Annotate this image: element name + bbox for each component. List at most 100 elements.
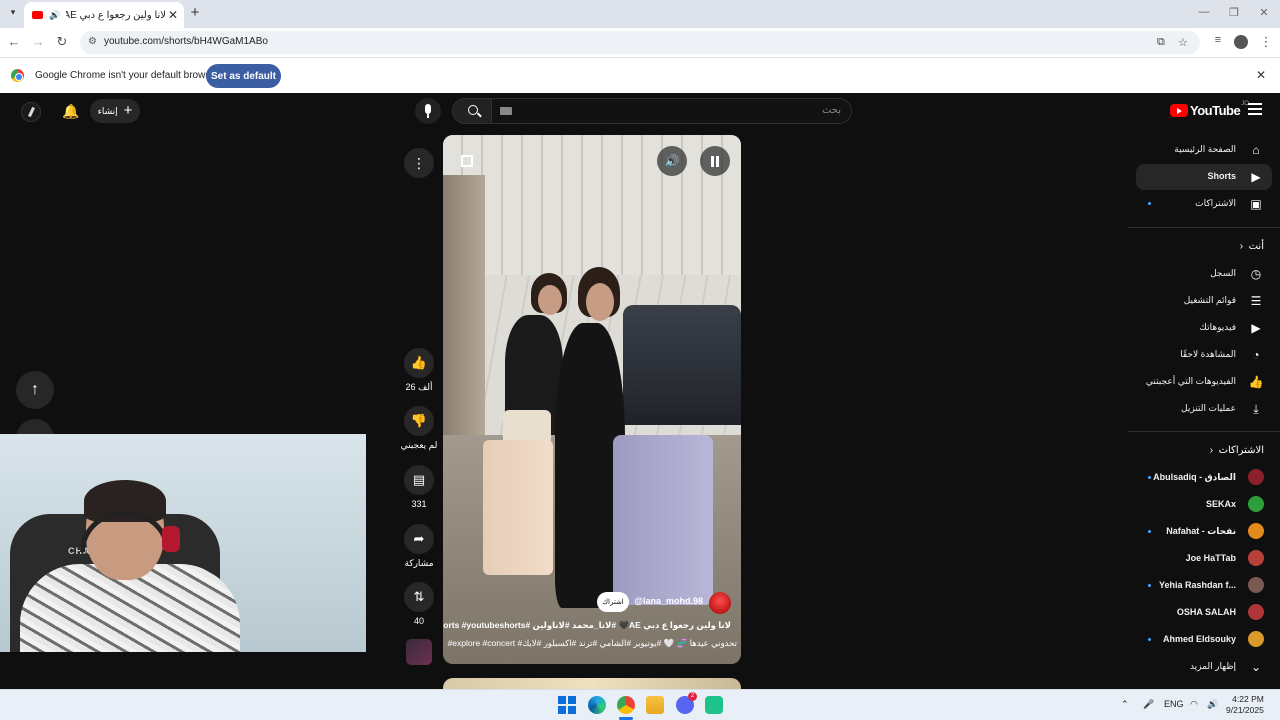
site-info-icon[interactable]: ⚙ (88, 36, 97, 47)
sidebar-item-label: عمليات التنزيل (1181, 403, 1236, 413)
comment-icon[interactable]: ▤ (404, 465, 434, 495)
bookmark-star-icon[interactable]: ☆ (1178, 36, 1188, 49)
shorts-video-player[interactable]: 🔊 @lana_mohd.98 اشتراك لانا ولين رجعوا ع… (443, 135, 741, 664)
wifi-icon[interactable]: ◠ (1190, 699, 1198, 710)
sidebar-item-label: الفيديوهات التي أعجبتني (1145, 376, 1236, 386)
sidebar-item-label: الاشتراكات (1195, 198, 1236, 208)
pause-icon[interactable] (700, 146, 730, 176)
sidebar-item-history[interactable]: السجل ◷ (1136, 261, 1272, 287)
search-placeholder: بحث (821, 105, 841, 116)
sidebar-item-your-videos[interactable]: فيديوهاتك ▶ (1136, 315, 1272, 341)
like-action[interactable]: 👍 26 ألف (404, 348, 434, 393)
previous-short-button[interactable]: ↑ (16, 371, 54, 409)
system-clock[interactable]: 4:22 PM 9/21/2025 (1226, 694, 1264, 716)
back-button[interactable]: ← (6, 34, 22, 49)
search-button[interactable] (452, 98, 492, 124)
logo-wordmark: YouTube (1190, 103, 1241, 118)
next-short-preview[interactable] (443, 678, 741, 689)
search-input[interactable]: بحث (490, 98, 852, 124)
sidebar-sub-osha-salah[interactable]: OSHA SALAH (1136, 600, 1272, 626)
url-text[interactable]: youtube.com/shorts/bH4WGaM1ABo (104, 36, 268, 47)
show-hidden-icons-icon[interactable]: ⌃ (1121, 699, 1129, 710)
sidebar-sub-abulsadiq[interactable]: Abulsadiq - الصادق (1136, 465, 1272, 491)
restore-button[interactable]: ❐ (1226, 6, 1242, 19)
minimize-button[interactable]: — (1196, 6, 1212, 18)
thumbs-down-icon[interactable]: 👎 (404, 406, 434, 436)
sidebar-item-shorts[interactable]: Shorts ▶ (1136, 164, 1272, 190)
close-tab-icon[interactable]: ✕ (166, 8, 180, 22)
comments-action[interactable]: ▤ 331 (404, 465, 434, 509)
set-as-default-button[interactable]: Set as default (206, 64, 281, 88)
browser-tab-strip: ▾ 🔊 لانا ولين رجعوا ع دبي AE🖤 #... ✕ + —… (0, 0, 1280, 28)
your-videos-icon: ▶ (1251, 321, 1261, 335)
share-icon[interactable]: ➦ (404, 524, 434, 554)
sidebar-sub-ahmed-eldsouky[interactable]: Ahmed Eldsouky (1136, 627, 1272, 653)
browser-tab-active[interactable]: 🔊 لانا ولين رجعوا ع دبي AE🖤 #... ✕ (24, 2, 184, 28)
sidebar-item-subscriptions[interactable]: الاشتراكات ▣ (1136, 191, 1272, 217)
subscribe-button[interactable]: اشتراك (597, 592, 629, 612)
chrome-taskbar-icon[interactable] (617, 696, 635, 714)
audio-playing-icon[interactable]: 🔊 (49, 10, 60, 21)
new-tab-button[interactable]: + (188, 4, 202, 21)
sidebar-item-playlists[interactable]: قوائم التشغيل ☰ (1136, 288, 1272, 314)
more-options-icon[interactable]: ⋮ (404, 148, 434, 178)
language-indicator[interactable]: ENG (1164, 699, 1184, 709)
plus-icon: + (123, 102, 133, 119)
channel-name[interactable]: @lana_mohd.98 (634, 596, 703, 606)
sidebar-item-liked[interactable]: الفيديوهات التي أعجبتني 👍 (1136, 369, 1272, 395)
chrome-menu-icon[interactable]: ⋮ (1258, 34, 1274, 50)
create-button[interactable]: إنشاء + (90, 99, 140, 123)
sidebar-sub-sekax[interactable]: SEKAx (1136, 492, 1272, 518)
notifications-bell-icon[interactable]: 🔔 (62, 103, 79, 120)
remix-action[interactable]: ⇅ 40 (404, 582, 434, 626)
sound-thumbnail[interactable] (406, 639, 432, 665)
tab-search-icon[interactable]: ▾ (6, 7, 20, 21)
close-infobar-icon[interactable]: ✕ (1256, 68, 1266, 82)
close-window-button[interactable]: ✕ (1256, 6, 1272, 19)
short-title[interactable]: لانا ولين رجعوا ع دبي AE🖤 #لانا_محمد #لا… (443, 620, 731, 631)
subscription-label: Ahmed Eldsouky (1162, 634, 1236, 644)
sidebar-sub-joe-hattab[interactable]: Joe HaTTab (1136, 546, 1272, 572)
microphone-tray-icon[interactable]: 🎤 (1143, 699, 1154, 710)
app-icon[interactable] (705, 696, 723, 714)
windows-start-icon[interactable] (558, 696, 576, 714)
short-hashtags[interactable]: تحدوني عيدها 🧬 🤍 #يوتيوبر #الشامي #ترند … (443, 638, 737, 649)
install-app-icon[interactable]: ⧉ (1157, 36, 1165, 49)
sidebar-item-label: فيديوهاتك (1199, 322, 1236, 332)
media-controls-icon[interactable]: ≡ (1210, 34, 1226, 46)
youtube-logo[interactable]: YouTube JO (1170, 101, 1249, 118)
masthead: YouTube JO بحث إنشاء + 🔔 (0, 93, 1280, 129)
reload-button[interactable]: ↻ (54, 34, 70, 50)
keyboard-icon[interactable] (500, 107, 512, 115)
sidebar-item-downloads[interactable]: عمليات التنزيل ⤓ (1136, 396, 1272, 422)
fullscreen-icon[interactable] (452, 146, 482, 176)
sidebar-sub-nafahat[interactable]: Nafahat - نفحات (1136, 519, 1272, 545)
account-avatar[interactable] (21, 102, 41, 122)
voice-search-button[interactable] (415, 98, 441, 124)
subscriptions-section-heading[interactable]: › الاشتراكات (1210, 445, 1264, 456)
profile-avatar[interactable] (1234, 35, 1248, 49)
speaker-icon[interactable]: 🔊 (1207, 699, 1218, 710)
channel-avatar[interactable] (709, 592, 731, 614)
sidebar-item-watch-later[interactable]: المشاهدة لاحقًا ◔ (1136, 342, 1272, 368)
remix-icon[interactable]: ⇅ (404, 582, 434, 612)
sidebar-show-more[interactable]: إظهار المزيد ⌄ (1136, 654, 1272, 680)
show-more-label: إظهار المزيد (1189, 661, 1236, 671)
sidebar-sub-yehia-rashdan[interactable]: Yehia Rashdan f... (1136, 573, 1272, 599)
thumbs-up-icon[interactable]: 👍 (404, 348, 434, 378)
edge-icon[interactable] (588, 696, 606, 714)
share-action[interactable]: ➦ مشاركة (404, 524, 434, 569)
chevron-right-icon: › (1209, 445, 1214, 456)
address-bar[interactable]: ⚙ youtube.com/shorts/bH4WGaM1ABo ⧉ ☆ (80, 31, 1200, 54)
dislike-action[interactable]: 👎 لم يعجبني (401, 406, 437, 451)
volume-icon[interactable]: 🔊 (657, 146, 687, 176)
guide-menu-icon[interactable] (1248, 103, 1262, 115)
you-section-heading[interactable]: › أنت (1240, 241, 1264, 252)
forward-button[interactable]: → (30, 34, 46, 49)
file-explorer-icon[interactable] (646, 696, 664, 714)
sidebar-item-label: السجل (1210, 268, 1236, 278)
arrow-up-icon: ↑ (31, 381, 39, 398)
avatar (1248, 496, 1264, 512)
sidebar-item-home[interactable]: الصفحة الرئيسية ⌂ (1136, 137, 1272, 163)
avatar (1248, 469, 1264, 485)
